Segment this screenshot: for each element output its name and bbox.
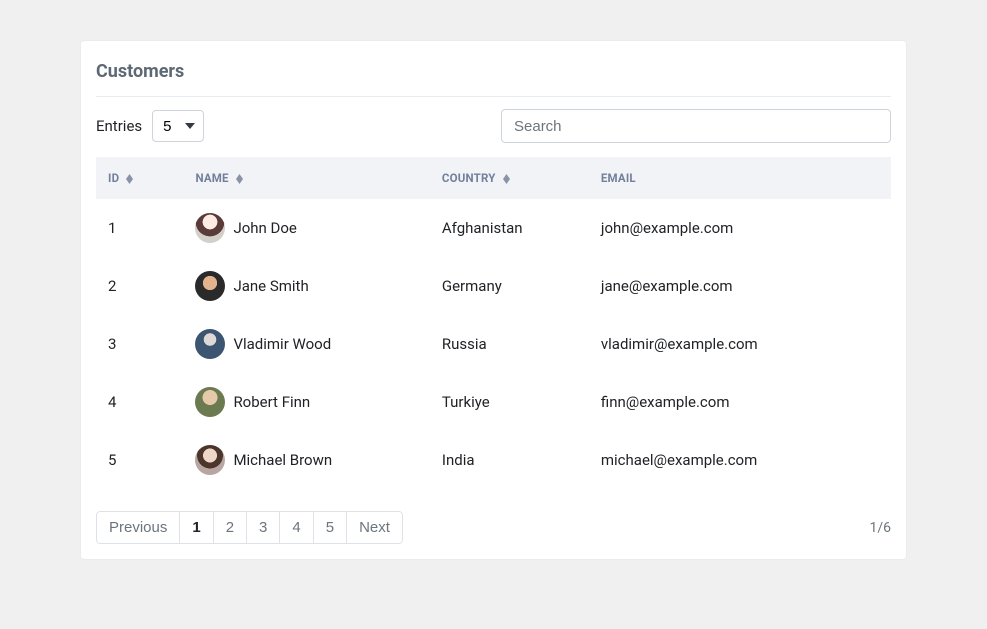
cell-id: 4 xyxy=(96,373,183,431)
avatar xyxy=(195,387,225,417)
cell-country: India xyxy=(430,431,589,489)
page-3[interactable]: 3 xyxy=(246,511,280,544)
column-label: Email xyxy=(601,171,636,185)
page-info: 1/6 xyxy=(869,520,891,536)
sort-icon xyxy=(236,174,243,184)
name-text: Vladimir Wood xyxy=(233,335,331,353)
page-2[interactable]: 2 xyxy=(213,511,247,544)
sort-icon xyxy=(503,174,510,184)
avatar xyxy=(195,329,225,359)
cell-email: finn@example.com xyxy=(589,373,891,431)
cell-email: jane@example.com xyxy=(589,257,891,315)
name-text: Jane Smith xyxy=(233,277,308,295)
cell-country: Germany xyxy=(430,257,589,315)
page-5[interactable]: 5 xyxy=(313,511,347,544)
column-header-id[interactable]: ID xyxy=(96,157,183,199)
cell-email: john@example.com xyxy=(589,199,891,257)
cell-name: Vladimir Wood xyxy=(183,315,429,373)
cell-country: Afghanistan xyxy=(430,199,589,257)
column-header-email: Email xyxy=(589,157,891,199)
name-text: Robert Finn xyxy=(233,393,310,411)
entries-label: Entries xyxy=(96,117,142,135)
column-label: Country xyxy=(442,171,496,185)
cell-country: Russia xyxy=(430,315,589,373)
sort-icon xyxy=(126,174,133,184)
table-row: 1 John Doe Afghanistanjohn@example.com xyxy=(96,199,891,257)
cell-id: 2 xyxy=(96,257,183,315)
cell-name: John Doe xyxy=(183,199,429,257)
column-header-country[interactable]: Country xyxy=(430,157,589,199)
page-title: Customers xyxy=(96,61,891,97)
cell-country: Turkiye xyxy=(430,373,589,431)
page-previous[interactable]: Previous xyxy=(96,511,180,544)
name-text: Michael Brown xyxy=(233,451,332,469)
page-1[interactable]: 1 xyxy=(179,511,213,544)
table-footer: Previous12345Next 1/6 xyxy=(96,511,891,544)
cell-name: Robert Finn xyxy=(183,373,429,431)
column-header-name[interactable]: Name xyxy=(183,157,429,199)
column-label: Name xyxy=(195,171,228,185)
entries-control: Entries 510152025 xyxy=(96,110,204,142)
customers-table: ID Name Country xyxy=(96,157,891,489)
table-row: 5 Michael Brown Indiamichael@example.com xyxy=(96,431,891,489)
table-row: 2 Jane Smith Germanyjane@example.com xyxy=(96,257,891,315)
avatar xyxy=(195,271,225,301)
cell-email: michael@example.com xyxy=(589,431,891,489)
cell-id: 3 xyxy=(96,315,183,373)
cell-email: vladimir@example.com xyxy=(589,315,891,373)
table-row: 3 Vladimir Wood Russiavladimir@example.com xyxy=(96,315,891,373)
table-header-row: ID Name Country xyxy=(96,157,891,199)
pagination: Previous12345Next xyxy=(96,511,403,544)
name-text: John Doe xyxy=(233,219,296,237)
avatar xyxy=(195,445,225,475)
customers-card: Customers Entries 510152025 ID Name xyxy=(80,40,907,560)
page-next[interactable]: Next xyxy=(346,511,403,544)
entries-select[interactable]: 510152025 xyxy=(152,110,204,142)
cell-name: Jane Smith xyxy=(183,257,429,315)
column-label: ID xyxy=(108,171,119,185)
cell-name: Michael Brown xyxy=(183,431,429,489)
table-controls: Entries 510152025 xyxy=(96,109,891,143)
avatar xyxy=(195,213,225,243)
cell-id: 5 xyxy=(96,431,183,489)
cell-id: 1 xyxy=(96,199,183,257)
table-body: 1 John Doe Afghanistanjohn@example.com 2 Jan… xyxy=(96,199,891,489)
table-row: 4 Robert Finn Turkiyefinn@example.com xyxy=(96,373,891,431)
page-4[interactable]: 4 xyxy=(279,511,313,544)
search-input[interactable] xyxy=(501,109,891,143)
